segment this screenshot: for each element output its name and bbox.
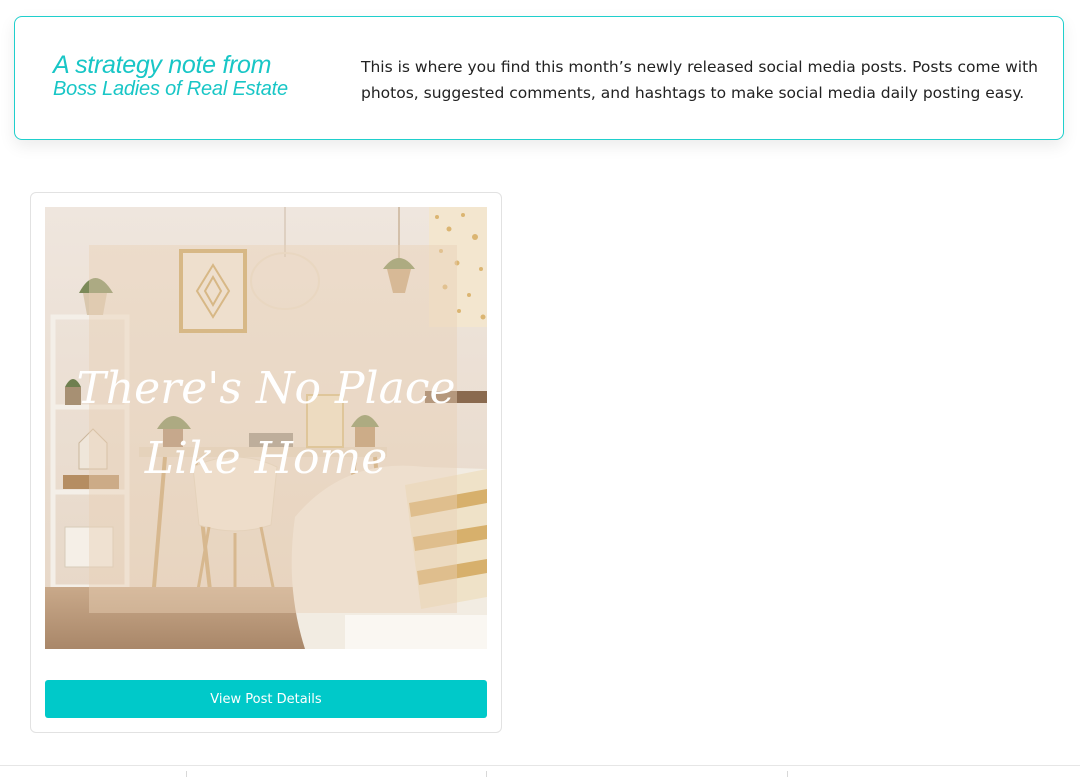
strategy-note-title-line1: A strategy note from [53,51,272,79]
footer-tick [787,771,788,777]
post-image[interactable]: There's No Place Like Home [45,207,487,649]
post-image-illustration: There's No Place Like Home [45,207,487,649]
view-post-details-button[interactable]: View Post Details [45,680,487,718]
image-text-line1: There's No Place [76,363,455,414]
post-card: There's No Place Like Home View Post Det… [30,192,502,733]
footer-tick [486,771,487,777]
strategy-note-box: A strategy note from Boss Ladies of Real… [14,16,1064,140]
footer-divider [0,765,1080,766]
strategy-note-title-line2: Boss Ladies of Real Estate [53,78,288,100]
strategy-note-title: A strategy note from Boss Ladies of Real… [53,51,288,100]
strategy-note-body: This is where you find this month’s newl… [361,58,1038,102]
footer-tick [186,771,187,777]
image-text-line2: Like Home [144,433,388,484]
